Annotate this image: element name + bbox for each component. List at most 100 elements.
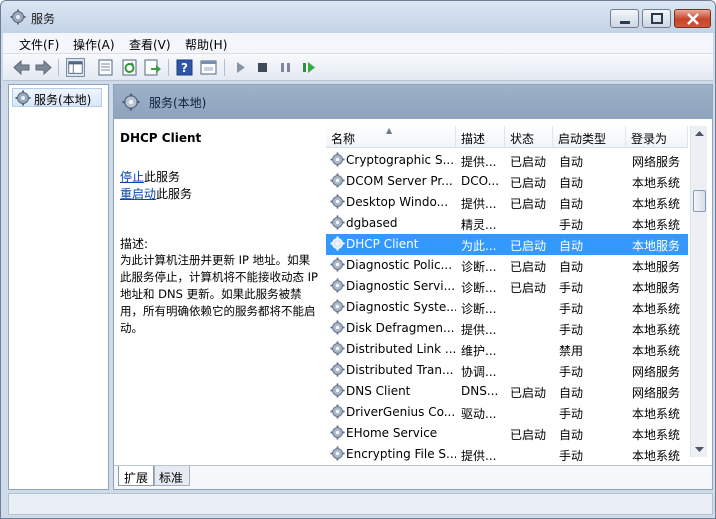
table-row[interactable]: DNS Client DNS... 已启动 自动 网络服务 [326, 381, 688, 402]
service-description-cell: 驱动... [461, 407, 497, 421]
service-name-cell: DCOM Server Pr... [346, 174, 453, 188]
gear-icon [330, 257, 345, 272]
gear-icon [330, 152, 345, 167]
service-startup-cell: 手动 [559, 302, 584, 316]
restart-service-icon[interactable] [299, 58, 318, 77]
table-row[interactable]: Distributed Link ... 维护... 禁用 本地系统 [326, 339, 688, 360]
refresh-icon[interactable] [120, 58, 139, 77]
tab-standard[interactable]: 标准 [154, 466, 190, 486]
service-startup-cell: 自动 [559, 197, 584, 211]
service-name-cell: EHome Service [346, 426, 438, 440]
service-logon-cell: 本地系统 [632, 407, 681, 421]
stop-service-row: 停止此服务 [120, 168, 180, 185]
minimize-button[interactable] [610, 9, 639, 28]
column-header-startup-type[interactable]: 启动类型 [553, 126, 626, 148]
tab-extended[interactable]: 扩展 [118, 466, 154, 486]
service-description-cell: 协调... [461, 365, 497, 379]
table-row[interactable]: Diagnostic Polic... 诊断... 已启动 自动 本地服务 [326, 255, 688, 276]
forward-arrow-icon[interactable] [34, 58, 53, 77]
service-name-cell: DHCP Client [346, 237, 419, 251]
scroll-down-icon[interactable] [691, 441, 708, 457]
table-row[interactable]: DHCP Client 为此... 已启动 自动 本地服务 [326, 234, 688, 255]
service-logon-cell: 本地系统 [632, 176, 681, 190]
gear-icon [15, 90, 31, 106]
table-row[interactable]: Diagnostic Servi... 诊断... 已启动 手动 本地服务 [326, 276, 688, 297]
table-row[interactable]: DriverGenius Co... 驱动... 手动 本地系统 [326, 402, 688, 423]
service-startup-cell: 自动 [559, 260, 584, 274]
column-header-label: 启动类型 [558, 132, 607, 146]
minimize-icon [620, 21, 630, 24]
service-startup-cell: 自动 [559, 386, 584, 400]
stop-service-link[interactable]: 停止 [120, 170, 144, 184]
gear-icon [330, 383, 345, 398]
column-header-label: 登录为 [631, 132, 668, 146]
menu-action[interactable]: 操作(A) [73, 36, 115, 53]
table-row[interactable]: Diagnostic Syste... 诊断... 手动 本地系统 [326, 297, 688, 318]
column-header-name[interactable]: ▲ 名称 [326, 126, 456, 148]
service-name-cell: Desktop Windo... [346, 195, 449, 209]
column-header-description[interactable]: 描述 [456, 126, 505, 148]
service-startup-cell: 手动 [559, 218, 584, 232]
description-text: 为此计算机注册并更新 IP 地址。如果此服务停止，计算机将不能接收动态 IP 地… [120, 253, 318, 335]
service-name-cell: Distributed Link ... [346, 342, 456, 356]
column-header-logon-as[interactable]: 登录为 [626, 126, 688, 148]
table-row[interactable]: EHome Service 已启动 自动 本地系统 [326, 423, 688, 444]
maximize-button[interactable] [642, 9, 671, 28]
vertical-scrollbar[interactable] [690, 126, 707, 457]
service-status-cell: 已启动 [510, 239, 547, 253]
menu-help[interactable]: 帮助(H) [185, 36, 227, 53]
start-service-icon[interactable] [231, 58, 250, 77]
service-logon-cell: 本地服务 [632, 239, 681, 253]
title-bar[interactable]: 服务 [1, 1, 715, 33]
service-description-cell: 维护... [461, 344, 497, 358]
service-logon-cell: 网络服务 [632, 155, 681, 169]
service-name-cell: Diagnostic Servi... [346, 279, 456, 293]
table-row[interactable]: Encrypting File S... 提供... 手动 本地系统 [326, 444, 688, 465]
service-status-cell: 已启动 [510, 386, 547, 400]
service-status-cell: 已启动 [510, 260, 547, 274]
gear-icon [330, 362, 345, 377]
table-row[interactable]: dgbased 精灵... 手动 本地系统 [326, 213, 688, 234]
table-row[interactable]: Cryptographic S... 提供... 已启动 自动 网络服务 [326, 150, 688, 171]
back-arrow-icon[interactable] [12, 58, 31, 77]
column-header-row: ▲ 名称 描述 状态 启动类型 登录为 [326, 126, 688, 148]
toolbar: ? [3, 54, 713, 81]
service-description-cell: 为此... [461, 239, 497, 253]
gear-icon [330, 425, 345, 440]
table-row[interactable]: Desktop Windo... 提供... 已启动 自动 本地系统 [326, 192, 688, 213]
console-icon[interactable] [199, 58, 218, 77]
pane-header-label: 服务(本地) [149, 96, 207, 110]
service-name-cell: DriverGenius Co... [346, 405, 456, 419]
restart-service-link[interactable]: 重启动 [120, 187, 156, 201]
table-row[interactable]: DCOM Server Pr... DCO... 已启动 自动 本地系统 [326, 171, 688, 192]
properties-icon[interactable] [96, 58, 115, 77]
help-icon[interactable]: ? [175, 58, 194, 77]
close-button[interactable] [674, 9, 711, 28]
service-status-cell: 已启动 [510, 281, 547, 295]
stop-service-icon[interactable] [253, 58, 272, 77]
pause-service-icon[interactable] [276, 58, 295, 77]
scroll-thumb[interactable] [693, 190, 706, 212]
maximize-icon [651, 13, 663, 24]
menu-view[interactable]: 查看(V) [129, 36, 171, 53]
scroll-up-icon[interactable] [691, 126, 708, 142]
column-header-status[interactable]: 状态 [505, 126, 553, 148]
gear-icon [330, 341, 345, 356]
service-logon-cell: 本地系统 [632, 302, 681, 316]
service-logon-cell: 本地服务 [632, 260, 681, 274]
service-logon-cell: 本地系统 [632, 428, 681, 442]
table-row[interactable]: Distributed Tran... 协调... 手动 网络服务 [326, 360, 688, 381]
service-logon-cell: 本地服务 [632, 281, 681, 295]
tree-item-services-local[interactable]: 服务(本地) [12, 88, 102, 107]
status-bar [8, 493, 713, 515]
service-description-cell: 诊断... [461, 281, 497, 295]
show-tree-icon[interactable] [66, 58, 85, 77]
menu-file[interactable]: 文件(F) [19, 36, 59, 53]
service-logon-cell: 网络服务 [632, 386, 681, 400]
service-status-cell: 已启动 [510, 197, 547, 211]
service-logon-cell: 本地系统 [632, 323, 681, 337]
service-startup-cell: 手动 [559, 365, 584, 379]
gear-icon [330, 320, 345, 335]
export-icon[interactable] [143, 58, 162, 77]
table-row[interactable]: Disk Defragmen... 提供... 手动 本地系统 [326, 318, 688, 339]
